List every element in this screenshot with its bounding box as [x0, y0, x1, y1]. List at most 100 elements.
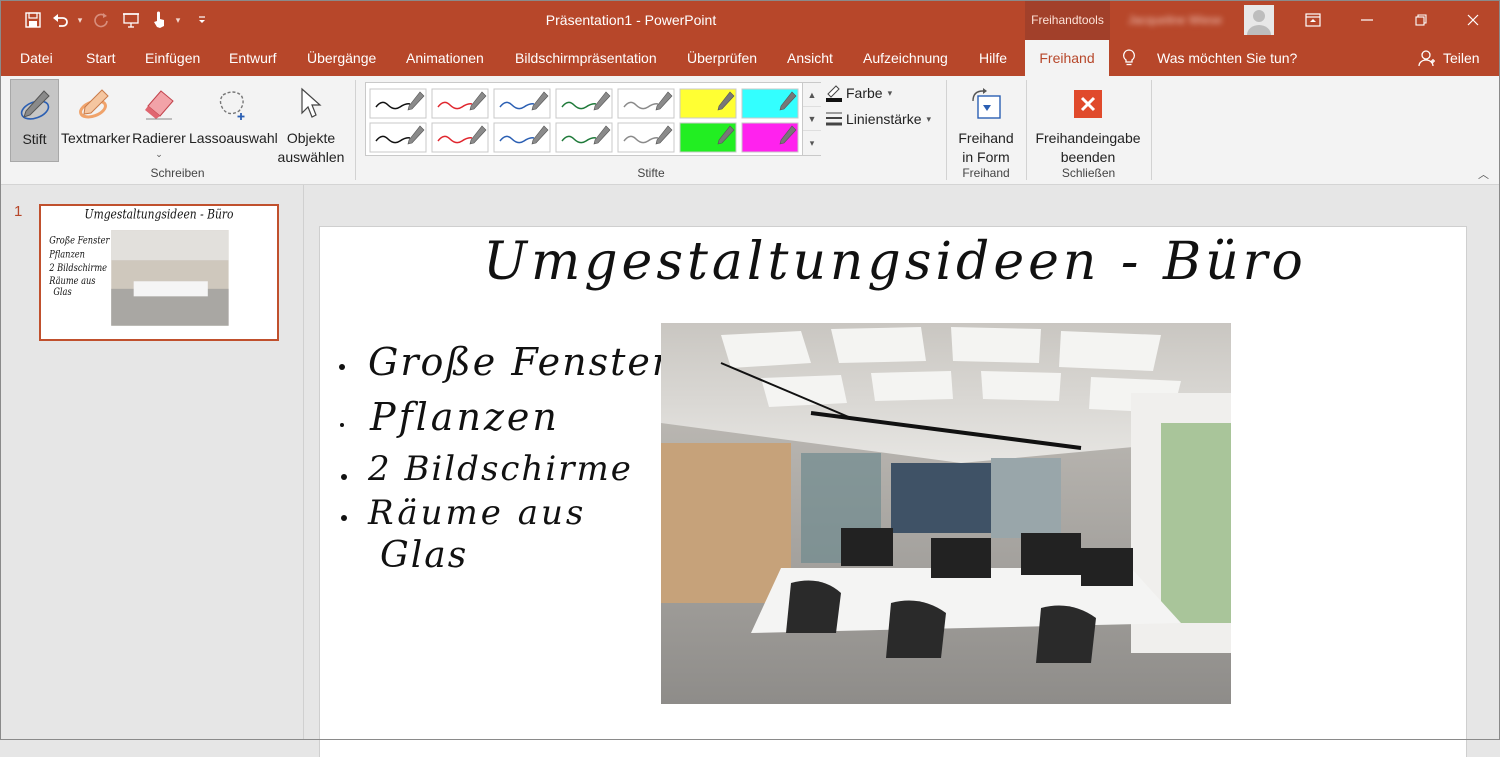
thumbnail-bullet: Glas — [53, 286, 72, 298]
radierer-label: Radierer — [132, 130, 186, 146]
tab-freihand[interactable]: Freihand — [1025, 40, 1109, 76]
minimize-icon[interactable] — [1340, 0, 1394, 40]
close-icon[interactable] — [1446, 0, 1500, 40]
highlighter-icon — [79, 89, 109, 119]
gallery-scroll-down-icon[interactable]: ▼ — [803, 107, 821, 131]
farbe-button[interactable]: Farbe ▾ — [825, 81, 892, 105]
pen-swatch[interactable] — [555, 88, 613, 119]
bullet-ink[interactable]: Pflanzen — [369, 395, 560, 439]
close-ink-icon — [1074, 90, 1102, 118]
group-label-stifte: Stifte — [637, 166, 665, 180]
group-separator — [1151, 80, 1152, 180]
share-button[interactable]: Teilen — [1418, 40, 1480, 76]
color-swatch-icon — [826, 85, 842, 102]
office-photo[interactable] — [661, 323, 1231, 704]
objekte-label-1: Objekte — [286, 130, 336, 146]
tab-ansicht[interactable]: Ansicht — [787, 40, 833, 76]
bullet-dot — [339, 364, 345, 370]
freihand-label-1: Freihand — [958, 130, 1014, 146]
bullet-ink[interactable]: Glas — [380, 535, 468, 576]
pen-swatch[interactable] — [679, 122, 737, 153]
slide-title-ink[interactable]: Umgestaltungsideen - Büro — [483, 232, 1307, 292]
restore-icon[interactable] — [1394, 0, 1448, 40]
tab-hilfe[interactable]: Hilfe — [979, 40, 1007, 76]
slide-thumbnail-pane[interactable]: 1 Umgestaltungsideen - Büro Große Fenste… — [0, 185, 304, 740]
slide[interactable]: Umgestaltungsideen - Büro Große Fenster … — [320, 227, 1466, 757]
line-weight-icon — [826, 112, 842, 126]
beenden-label-2: beenden — [1060, 149, 1116, 165]
tab-ueberpruefen[interactable]: Überprüfen — [687, 40, 757, 76]
freihandeingabe-beenden-button[interactable]: Freihandeingabe beenden — [1032, 79, 1144, 167]
textmarker-label: Textmarker — [61, 130, 131, 146]
stift-label: Stift — [22, 131, 47, 147]
thumbnail-bullet: 2 Bildschirme — [48, 262, 107, 274]
bullet-ink[interactable]: Räume aus — [367, 493, 586, 533]
tab-einfuegen[interactable]: Einfügen — [145, 40, 200, 76]
slide-canvas[interactable]: Umgestaltungsideen - Büro Große Fenster … — [304, 185, 1500, 757]
bullet-dot — [341, 474, 347, 480]
group-label-schliessen: Schließen — [1061, 166, 1116, 180]
ribbon: Stift Textmarker Radierer ⌄ Lassoauswahl… — [0, 76, 1500, 185]
thumbnail-bullet: Große Fenster — [49, 235, 110, 247]
tell-me-search[interactable]: Was möchten Sie tun? — [1122, 40, 1297, 76]
pen-swatch[interactable] — [431, 88, 489, 119]
pen-swatch[interactable] — [741, 122, 799, 153]
tab-start[interactable]: Start — [86, 40, 116, 76]
bullet-ink[interactable]: Große Fenster — [368, 340, 673, 384]
pen-swatch[interactable] — [617, 88, 675, 119]
lassoauswahl-button[interactable]: Lassoauswahl — [189, 79, 278, 148]
pen-swatch[interactable] — [431, 122, 489, 153]
cursor-arrow-icon — [301, 87, 322, 118]
pen-swatch[interactable] — [369, 122, 427, 153]
linienstaerke-dropdown-icon: ▾ — [926, 113, 932, 124]
group-separator — [946, 80, 947, 180]
tell-me-text: Was möchten Sie tun? — [1157, 50, 1298, 66]
group-label-schreiben: Schreiben — [150, 166, 205, 180]
pen-swatch[interactable] — [493, 122, 551, 153]
collapse-ribbon-icon[interactable]: ︿ — [1478, 166, 1489, 182]
title-bar: ▾ ▾ Präsentation1 - PowerPoint Freihandt… — [0, 0, 1500, 40]
freihand-label-2: in Form — [962, 149, 1010, 165]
bullet-dot — [341, 515, 347, 521]
pen-swatch[interactable] — [369, 88, 427, 119]
farbe-dropdown-icon: ▾ — [887, 87, 893, 98]
textmarker-button[interactable]: Textmarker — [61, 79, 131, 148]
objekte-auswaehlen-button[interactable]: Objekte auswählen — [276, 79, 346, 167]
beenden-label-1: Freihandeingabe — [1035, 130, 1141, 146]
office-photo-illustration — [661, 323, 1231, 704]
tab-animationen[interactable]: Animationen — [406, 40, 484, 76]
gallery-scroll-up-icon[interactable]: ▲ — [803, 83, 821, 107]
bullet-ink[interactable]: 2 Bildschirme — [367, 449, 633, 489]
freihand-in-form-button[interactable]: Freihand in Form — [952, 79, 1020, 167]
person-icon — [1418, 50, 1435, 67]
objekte-label-2: auswählen — [277, 149, 345, 165]
radierer-dropdown-icon[interactable]: ⌄ — [131, 148, 187, 160]
lightbulb-icon — [1123, 49, 1135, 66]
ribbon-display-options-icon[interactable] — [1286, 0, 1340, 40]
slide-thumbnail[interactable]: Umgestaltungsideen - Büro Große Fenster … — [39, 204, 279, 341]
tab-datei[interactable]: Datei — [20, 40, 53, 76]
thumbnail-bullet: Pflanzen — [48, 249, 85, 261]
pen-swatch[interactable] — [493, 88, 551, 119]
pen-swatch[interactable] — [679, 88, 737, 119]
farbe-label: Farbe — [846, 85, 883, 101]
radierer-button[interactable]: Radierer ⌄ — [131, 79, 187, 160]
thumbnail-preview: Umgestaltungsideen - Büro Große Fenster … — [41, 206, 277, 339]
eraser-icon — [145, 90, 174, 120]
pen-tool-icon — [20, 90, 50, 120]
linienstaerke-button[interactable]: Linienstärke ▾ — [825, 107, 931, 131]
pen-swatch[interactable] — [617, 122, 675, 153]
user-name: Jacqueline Wiese — [1128, 13, 1223, 27]
tab-uebergaenge[interactable]: Übergänge — [307, 40, 376, 76]
stift-button[interactable]: Stift — [10, 79, 59, 162]
pen-gallery-grid — [369, 88, 799, 153]
pen-swatch[interactable] — [555, 122, 613, 153]
pen-swatch[interactable] — [741, 88, 799, 119]
avatar[interactable] — [1244, 5, 1274, 35]
user-account[interactable]: Jacqueline Wiese — [1128, 6, 1238, 34]
tab-entwurf[interactable]: Entwurf — [229, 40, 276, 76]
gallery-more-icon[interactable]: ▾ — [803, 131, 821, 155]
group-separator — [1026, 80, 1027, 180]
tab-aufzeichnung[interactable]: Aufzeichnung — [863, 40, 948, 76]
tab-bildschirmpraesentation[interactable]: Bildschirmpräsentation — [515, 40, 657, 76]
